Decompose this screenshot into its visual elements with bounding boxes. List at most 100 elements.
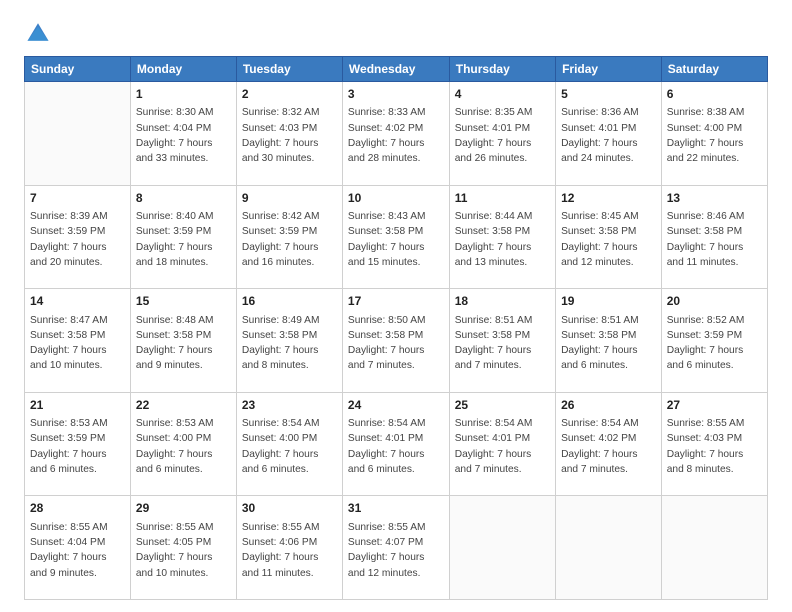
day-number: 28 (30, 500, 125, 517)
day-cell: 6 Sunrise: 8:38 AM Sunset: 4:00 PM Daylig… (661, 82, 767, 186)
day-number: 1 (136, 86, 231, 103)
day-number: 22 (136, 397, 231, 414)
day-cell: 2Sunrise: 8:32 AM Sunset: 4:03 PM Daylig… (236, 82, 342, 186)
day-cell: 29Sunrise: 8:55 AM Sunset: 4:05 PM Dayli… (130, 496, 236, 600)
day-number: 16 (242, 293, 337, 310)
day-detail: Sunrise: 8:54 AM Sunset: 4:02 PM Dayligh… (561, 416, 656, 477)
day-header-thursday: Thursday (449, 57, 555, 82)
week-row-2: 14 Sunrise: 8:47 AM Sunset: 3:58 PM Dayli… (25, 289, 768, 393)
day-cell (449, 496, 555, 600)
day-cell: 26 Sunrise: 8:54 AM Sunset: 4:02 PM Dayli… (556, 392, 662, 496)
day-number: 30 (242, 500, 337, 517)
day-cell: 7Sunrise: 8:39 AM Sunset: 3:59 PM Daylig… (25, 185, 131, 289)
day-detail: Sunrise: 8:52 AM Sunset: 3:59 PM Dayligh… (667, 313, 762, 374)
day-cell: 22 Sunrise: 8:53 AM Sunset: 4:00 PM Dayli… (130, 392, 236, 496)
day-cell: 20 Sunrise: 8:52 AM Sunset: 3:59 PM Dayli… (661, 289, 767, 393)
day-cell: 17Sunrise: 8:50 AM Sunset: 3:58 PM Dayli… (342, 289, 449, 393)
header (24, 18, 768, 46)
day-cell: 11 Sunrise: 8:44 AM Sunset: 3:58 PM Dayli… (449, 185, 555, 289)
day-cell: 3 Sunrise: 8:33 AM Sunset: 4:02 PM Daylig… (342, 82, 449, 186)
day-number: 7 (30, 190, 125, 207)
day-detail: Sunrise: 8:40 AM Sunset: 3:59 PM Dayligh… (136, 209, 231, 270)
day-number: 6 (667, 86, 762, 103)
day-number: 14 (30, 293, 125, 310)
day-number: 25 (455, 397, 550, 414)
day-header-friday: Friday (556, 57, 662, 82)
day-number: 18 (455, 293, 550, 310)
day-cell (25, 82, 131, 186)
day-detail: Sunrise: 8:38 AM Sunset: 4:00 PM Dayligh… (667, 105, 762, 166)
day-detail: Sunrise: 8:55 AM Sunset: 4:06 PM Dayligh… (242, 520, 337, 581)
day-detail: Sunrise: 8:32 AM Sunset: 4:03 PM Dayligh… (242, 105, 337, 166)
day-detail: Sunrise: 8:51 AM Sunset: 3:58 PM Dayligh… (455, 313, 550, 374)
day-number: 29 (136, 500, 231, 517)
day-cell: 8 Sunrise: 8:40 AM Sunset: 3:59 PM Daylig… (130, 185, 236, 289)
day-number: 13 (667, 190, 762, 207)
day-detail: Sunrise: 8:54 AM Sunset: 4:01 PM Dayligh… (348, 416, 444, 477)
day-detail: Sunrise: 8:44 AM Sunset: 3:58 PM Dayligh… (455, 209, 550, 270)
day-number: 5 (561, 86, 656, 103)
day-detail: Sunrise: 8:54 AM Sunset: 4:00 PM Dayligh… (242, 416, 337, 477)
week-row-4: 28Sunrise: 8:55 AM Sunset: 4:04 PM Dayli… (25, 496, 768, 600)
day-header-saturday: Saturday (661, 57, 767, 82)
calendar: SundayMondayTuesdayWednesdayThursdayFrid… (24, 56, 768, 600)
day-detail: Sunrise: 8:48 AM Sunset: 3:58 PM Dayligh… (136, 313, 231, 374)
day-detail: Sunrise: 8:49 AM Sunset: 3:58 PM Dayligh… (242, 313, 337, 374)
week-row-3: 21 Sunrise: 8:53 AM Sunset: 3:59 PM Dayli… (25, 392, 768, 496)
day-detail: Sunrise: 8:51 AM Sunset: 3:58 PM Dayligh… (561, 313, 656, 374)
day-number: 10 (348, 190, 444, 207)
day-number: 15 (136, 293, 231, 310)
day-detail: Sunrise: 8:55 AM Sunset: 4:03 PM Dayligh… (667, 416, 762, 477)
day-number: 31 (348, 500, 444, 517)
day-number: 26 (561, 397, 656, 414)
day-number: 17 (348, 293, 444, 310)
day-number: 21 (30, 397, 125, 414)
day-cell: 21 Sunrise: 8:53 AM Sunset: 3:59 PM Dayli… (25, 392, 131, 496)
day-cell (556, 496, 662, 600)
day-cell: 15 Sunrise: 8:48 AM Sunset: 3:58 PM Dayli… (130, 289, 236, 393)
day-cell: 12 Sunrise: 8:45 AM Sunset: 3:58 PM Dayli… (556, 185, 662, 289)
page: SundayMondayTuesdayWednesdayThursdayFrid… (0, 0, 792, 612)
day-cell: 25 Sunrise: 8:54 AM Sunset: 4:01 PM Dayli… (449, 392, 555, 496)
day-detail: Sunrise: 8:42 AM Sunset: 3:59 PM Dayligh… (242, 209, 337, 270)
day-cell (661, 496, 767, 600)
day-number: 9 (242, 190, 337, 207)
day-cell: 19 Sunrise: 8:51 AM Sunset: 3:58 PM Dayli… (556, 289, 662, 393)
day-number: 23 (242, 397, 337, 414)
week-row-1: 7Sunrise: 8:39 AM Sunset: 3:59 PM Daylig… (25, 185, 768, 289)
day-cell: 18 Sunrise: 8:51 AM Sunset: 3:58 PM Dayli… (449, 289, 555, 393)
day-cell: 9 Sunrise: 8:42 AM Sunset: 3:59 PM Daylig… (236, 185, 342, 289)
day-cell: 28Sunrise: 8:55 AM Sunset: 4:04 PM Dayli… (25, 496, 131, 600)
day-number: 11 (455, 190, 550, 207)
day-detail: Sunrise: 8:43 AM Sunset: 3:58 PM Dayligh… (348, 209, 444, 270)
day-detail: Sunrise: 8:30 AM Sunset: 4:04 PM Dayligh… (136, 105, 231, 166)
day-detail: Sunrise: 8:33 AM Sunset: 4:02 PM Dayligh… (348, 105, 444, 166)
day-cell: 16 Sunrise: 8:49 AM Sunset: 3:58 PM Dayli… (236, 289, 342, 393)
day-detail: Sunrise: 8:45 AM Sunset: 3:58 PM Dayligh… (561, 209, 656, 270)
day-header-sunday: Sunday (25, 57, 131, 82)
day-cell: 23 Sunrise: 8:54 AM Sunset: 4:00 PM Dayli… (236, 392, 342, 496)
logo-icon (24, 18, 52, 46)
day-header-tuesday: Tuesday (236, 57, 342, 82)
day-number: 12 (561, 190, 656, 207)
day-cell: 24 Sunrise: 8:54 AM Sunset: 4:01 PM Dayli… (342, 392, 449, 496)
day-cell: 10 Sunrise: 8:43 AM Sunset: 3:58 PM Dayli… (342, 185, 449, 289)
day-number: 20 (667, 293, 762, 310)
logo (24, 18, 58, 46)
day-detail: Sunrise: 8:54 AM Sunset: 4:01 PM Dayligh… (455, 416, 550, 477)
day-detail: Sunrise: 8:47 AM Sunset: 3:58 PM Dayligh… (30, 313, 125, 374)
day-cell: 31Sunrise: 8:55 AM Sunset: 4:07 PM Dayli… (342, 496, 449, 600)
day-cell: 14 Sunrise: 8:47 AM Sunset: 3:58 PM Dayli… (25, 289, 131, 393)
day-number: 19 (561, 293, 656, 310)
day-number: 3 (348, 86, 444, 103)
day-number: 24 (348, 397, 444, 414)
week-row-0: 1 Sunrise: 8:30 AM Sunset: 4:04 PM Daylig… (25, 82, 768, 186)
day-number: 8 (136, 190, 231, 207)
day-detail: Sunrise: 8:35 AM Sunset: 4:01 PM Dayligh… (455, 105, 550, 166)
day-header-wednesday: Wednesday (342, 57, 449, 82)
day-cell: 1 Sunrise: 8:30 AM Sunset: 4:04 PM Daylig… (130, 82, 236, 186)
day-detail: Sunrise: 8:53 AM Sunset: 3:59 PM Dayligh… (30, 416, 125, 477)
day-number: 4 (455, 86, 550, 103)
day-detail: Sunrise: 8:53 AM Sunset: 4:00 PM Dayligh… (136, 416, 231, 477)
calendar-header-row: SundayMondayTuesdayWednesdayThursdayFrid… (25, 57, 768, 82)
